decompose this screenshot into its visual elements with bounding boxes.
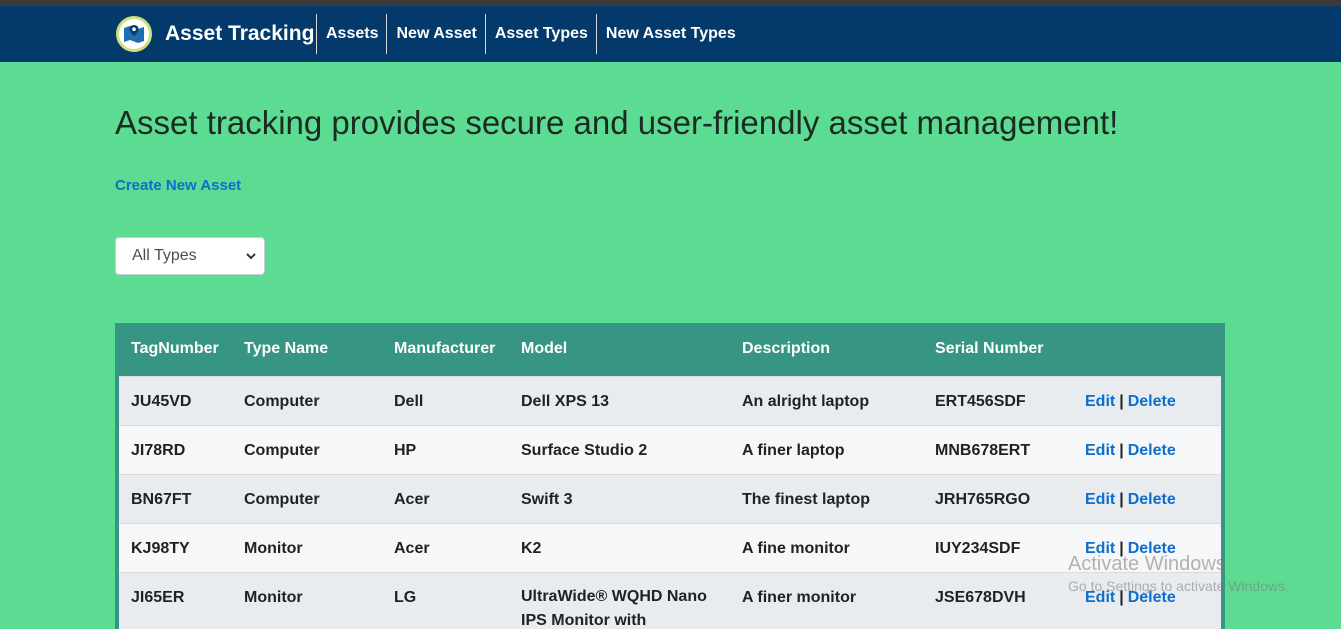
cell-manufacturer: LG (382, 571, 509, 629)
cell-model: K2 (509, 522, 730, 572)
table-row: JI78RD Computer HP Surface Studio 2 A fi… (119, 424, 1221, 474)
edit-link[interactable]: Edit (1085, 393, 1115, 410)
cell-description: An alright laptop (730, 375, 923, 425)
table-row: BN67FT Computer Acer Swift 3 The finest … (119, 473, 1221, 523)
cell-model: Swift 3 (509, 473, 730, 523)
cell-tag-number: KJ98TY (119, 522, 232, 572)
cell-type-name: Computer (232, 424, 382, 474)
edit-link[interactable]: Edit (1085, 589, 1115, 606)
column-header: TagNumber (131, 340, 219, 358)
column-header: Type Name (244, 340, 329, 358)
action-separator: | (1119, 588, 1124, 606)
table-row: KJ98TY Monitor Acer K2 A fine monitor IU… (119, 522, 1221, 572)
edit-link[interactable]: Edit (1085, 491, 1115, 508)
cell-model: Surface Studio 2 (509, 424, 730, 474)
create-new-asset-link[interactable]: Create New Asset (115, 177, 241, 194)
cell-actions: Edit | Delete (1073, 375, 1221, 425)
table-row: JU45VD Computer Dell Dell XPS 13 An alri… (119, 375, 1221, 425)
cell-model: Dell XPS 13 (509, 375, 730, 425)
cell-description: A fine monitor (730, 522, 923, 572)
nav-link-assets[interactable]: Assets (316, 14, 386, 54)
cell-description: A finer monitor (730, 571, 923, 629)
cell-tag-number: JI78RD (119, 424, 232, 474)
edit-link[interactable]: Edit (1085, 442, 1115, 459)
column-header: Model (521, 340, 568, 358)
cell-serial-number: IUY234SDF (923, 522, 1073, 572)
action-separator: | (1119, 441, 1124, 459)
chevron-down-icon (244, 249, 258, 268)
assets-table-container: TagNumber Type Name Manufacturer Model D… (115, 323, 1225, 629)
cell-type-name: Computer (232, 375, 382, 425)
table-header-row: TagNumber Type Name Manufacturer Model D… (119, 323, 1221, 376)
cell-serial-number: JRH765RGO (923, 473, 1073, 523)
brand-title: Asset Tracking (165, 22, 315, 45)
cell-serial-number: MNB678ERT (923, 424, 1073, 474)
cell-actions: Edit | Delete (1073, 473, 1221, 523)
cell-manufacturer: HP (382, 424, 509, 474)
cell-description: A finer laptop (730, 424, 923, 474)
brand[interactable]: Asset Tracking (116, 16, 314, 52)
delete-link[interactable]: Delete (1128, 393, 1176, 410)
type-filter-value: All Types (132, 247, 197, 264)
cell-tag-number: BN67FT (119, 473, 232, 523)
nav-link-new-asset-types[interactable]: New Asset Types (595, 14, 744, 54)
action-separator: | (1119, 392, 1124, 410)
cell-actions: Edit | Delete (1073, 424, 1221, 474)
table-row: JI65ER Monitor LG UltraWide® WQHD Nano I… (119, 571, 1221, 629)
nav-links: Assets New Asset Asset Types New Asset T… (316, 14, 744, 54)
assets-table: TagNumber Type Name Manufacturer Model D… (119, 323, 1221, 629)
cell-type-name: Monitor (232, 522, 382, 572)
cell-actions: Edit | Delete (1073, 522, 1221, 572)
edit-link[interactable]: Edit (1085, 540, 1115, 557)
cell-type-name: Computer (232, 473, 382, 523)
cell-manufacturer: Dell (382, 375, 509, 425)
action-separator: | (1119, 490, 1124, 508)
delete-link[interactable]: Delete (1128, 540, 1176, 557)
cell-serial-number: JSE678DVH (923, 571, 1073, 629)
column-header (1073, 323, 1221, 376)
cell-type-name: Monitor (232, 571, 382, 629)
cell-serial-number: ERT456SDF (923, 375, 1073, 425)
navbar: Asset Tracking Assets New Asset Asset Ty… (0, 6, 1341, 62)
cell-tag-number: JU45VD (119, 375, 232, 425)
delete-link[interactable]: Delete (1128, 442, 1176, 459)
delete-link[interactable]: Delete (1128, 491, 1176, 508)
page-heading: Asset tracking provides secure and user-… (115, 104, 1119, 141)
cell-actions: Edit | Delete (1073, 571, 1221, 629)
cell-manufacturer: Acer (382, 473, 509, 523)
nav-link-asset-types[interactable]: Asset Types (484, 14, 596, 54)
action-separator: | (1119, 539, 1124, 557)
delete-link[interactable]: Delete (1128, 589, 1176, 606)
nav-link-new-asset[interactable]: New Asset (386, 14, 484, 54)
type-filter-select[interactable]: All Types (115, 237, 265, 275)
column-header: Manufacturer (394, 340, 496, 358)
cell-tag-number: JI65ER (119, 571, 232, 629)
cell-model: UltraWide® WQHD Nano IPS Monitor with (509, 571, 730, 629)
cell-description: The finest laptop (730, 473, 923, 523)
column-header: Serial Number (935, 340, 1044, 358)
map-pin-logo-icon (116, 16, 152, 52)
cell-manufacturer: Acer (382, 522, 509, 572)
column-header: Description (742, 340, 831, 358)
